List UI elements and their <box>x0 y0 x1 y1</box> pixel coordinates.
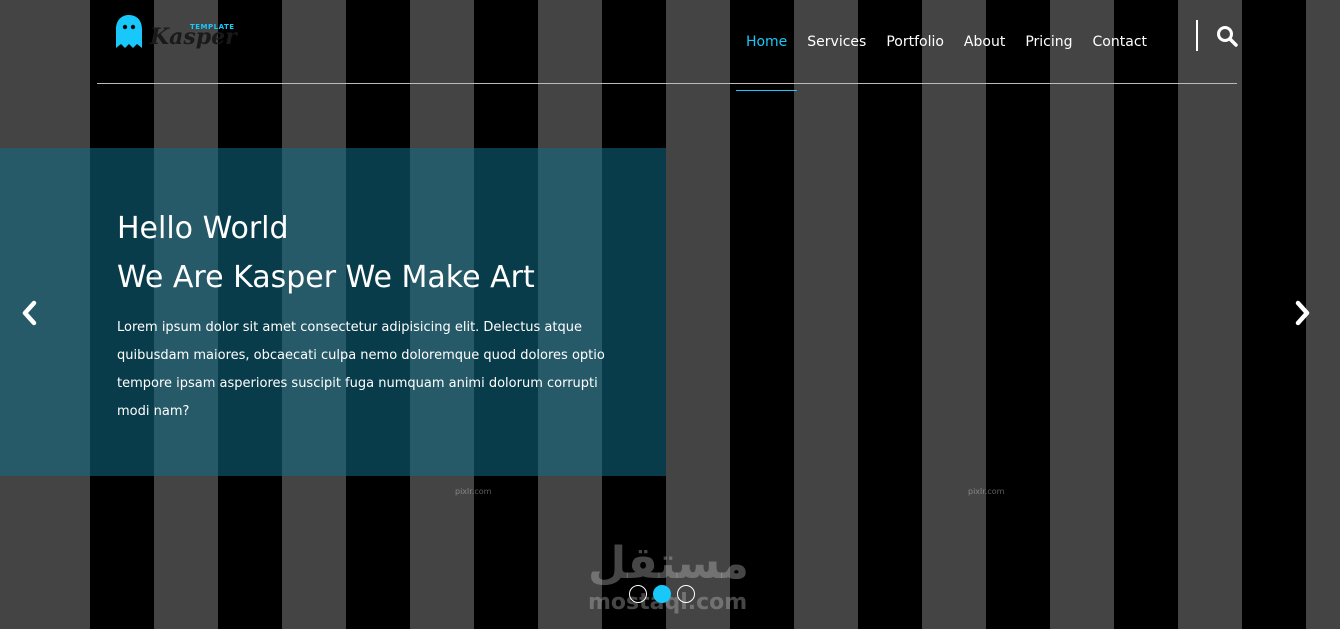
nav-link-pricing[interactable]: Pricing <box>1015 7 1082 77</box>
slider-bullets <box>629 585 695 603</box>
nav-divider <box>1196 20 1198 51</box>
nav-link-services[interactable]: Services <box>797 7 876 77</box>
chevron-left-icon[interactable] <box>19 300 41 326</box>
chevron-right-icon[interactable] <box>1291 300 1313 326</box>
ghost-logo-icon <box>116 15 142 48</box>
logo-tagline: TEMPLATE <box>190 23 235 31</box>
watermark-arabic: مستقل <box>588 538 749 589</box>
nav-link-portfolio[interactable]: Portfolio <box>876 7 954 77</box>
hero-title-line1: Hello World <box>117 211 289 246</box>
main-nav: Home Services Portfolio About Pricing Co… <box>735 0 1157 91</box>
hero-title: Hello World We Are Kasper We Make Art <box>117 204 535 302</box>
nav-link-about[interactable]: About <box>954 7 1015 77</box>
slider-bullet-3[interactable] <box>677 585 695 603</box>
slider-bullet-2[interactable] <box>653 585 671 603</box>
hero-description: Lorem ipsum dolor sit amet consectetur a… <box>117 320 605 419</box>
watermark-small-right: pixlr.com <box>968 487 1005 496</box>
site-header: Kasper TEMPLATE Home Services Portfolio … <box>97 0 1239 91</box>
nav-link-contact[interactable]: Contact <box>1083 7 1157 77</box>
logo[interactable]: Kasper TEMPLATE <box>114 14 237 56</box>
slider-bullet-1[interactable] <box>629 585 647 603</box>
hero-content-box: Hello World We Are Kasper We Make Art Lo… <box>0 148 666 476</box>
nav-link-home[interactable]: Home <box>735 7 798 91</box>
watermark-small-left: pixlr.com <box>455 487 492 496</box>
search-icon[interactable] <box>1215 24 1239 48</box>
hero-title-line2: We Are Kasper We Make Art <box>117 260 535 295</box>
